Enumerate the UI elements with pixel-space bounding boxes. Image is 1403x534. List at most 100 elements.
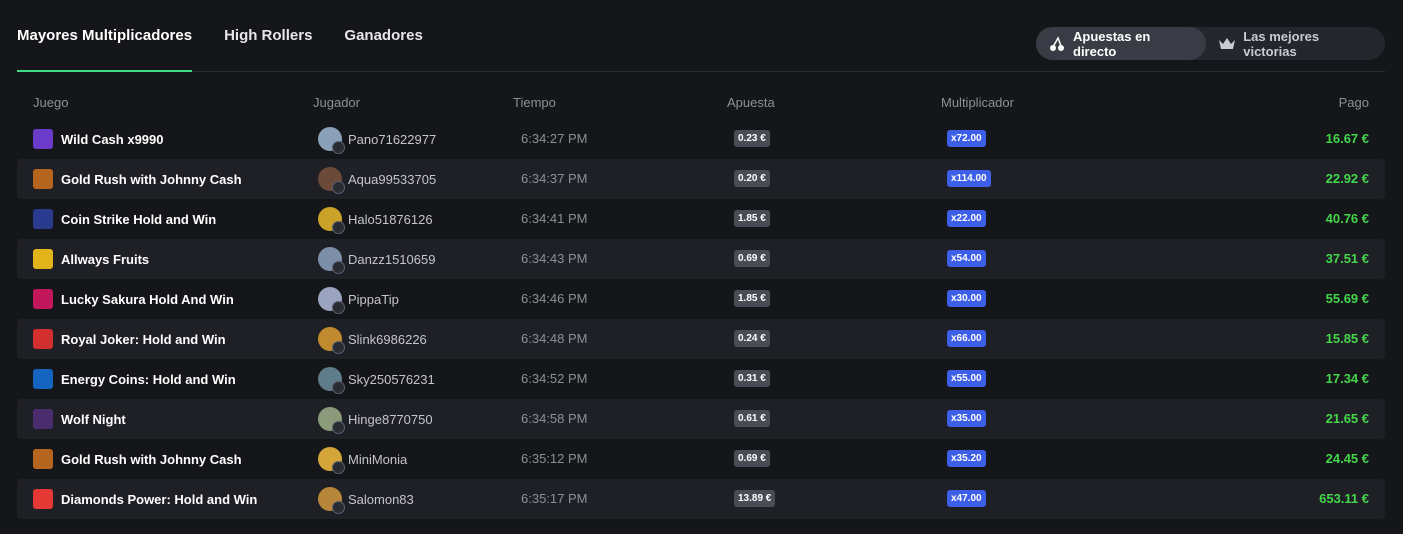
- col-player: Jugador: [313, 95, 360, 110]
- game-thumbnail-icon[interactable]: [33, 369, 53, 389]
- game-thumbnail-icon[interactable]: [33, 209, 53, 229]
- bet-amount-badge: 1.85 €: [734, 210, 770, 227]
- player-name: PippaTip: [348, 292, 399, 307]
- game-name[interactable]: Gold Rush with Johnny Cash: [61, 452, 242, 467]
- game-thumbnail-icon[interactable]: [33, 409, 53, 429]
- level-badge-icon: [332, 301, 345, 314]
- level-badge-icon: [332, 421, 345, 434]
- toggle-best-label: Las mejores victorias: [1243, 28, 1320, 59]
- payout-amount: 24.45 €: [1325, 451, 1369, 466]
- bet-amount-badge: 13.89 €: [734, 490, 776, 507]
- game-name[interactable]: Wolf Night: [61, 412, 126, 427]
- tab-ganadores[interactable]: Ganadores: [344, 0, 422, 71]
- level-badge-icon: [332, 261, 345, 274]
- tab-high-rollers[interactable]: High Rollers: [224, 0, 312, 71]
- toggle-best-wins[interactable]: Las mejores victorias: [1206, 27, 1385, 60]
- bet-amount-badge: 0.31 €: [734, 370, 770, 387]
- bet-amount-badge: 0.61 €: [734, 410, 770, 427]
- game-thumbnail-icon[interactable]: [33, 249, 53, 269]
- avatar: [318, 367, 345, 394]
- avatar: [318, 167, 345, 194]
- player-name: Hinge8770750: [348, 412, 433, 427]
- payout-amount: 653.11 €: [1319, 491, 1369, 506]
- table-row[interactable]: Gold Rush with Johnny Cash Aqua99533705 6:…: [17, 159, 1385, 199]
- bet-amount-badge: 0.20 €: [734, 170, 770, 187]
- game-thumbnail-icon[interactable]: [33, 129, 53, 149]
- game-name[interactable]: Gold Rush with Johnny Cash: [61, 172, 242, 187]
- table-header: Juego Jugador Tiempo Apuesta Multiplicad…: [17, 92, 1385, 114]
- table-row[interactable]: Diamonds Power: Hold and Win Salomon83 6:3…: [17, 479, 1385, 519]
- level-badge-icon: [332, 221, 345, 234]
- payout-amount: 21.65 €: [1325, 411, 1369, 426]
- game-name[interactable]: Royal Joker: Hold and Win: [61, 332, 226, 347]
- player-name: Halo51876126: [348, 212, 433, 227]
- payout-amount: 22.92 €: [1325, 171, 1369, 186]
- table-row[interactable]: Wild Cash x9990 Pano71622977 6:34:27 PM 0.2…: [17, 119, 1385, 159]
- multiplier-badge: x54.00: [947, 250, 986, 267]
- avatar: [318, 287, 345, 314]
- toggle-live-label: Apuestas en directo: [1073, 28, 1151, 59]
- payout-amount: 40.76 €: [1325, 211, 1369, 226]
- table-row[interactable]: Gold Rush with Johnny Cash MiniMonia 6:35:…: [17, 439, 1385, 479]
- multiplier-badge: x47.00: [947, 490, 986, 507]
- table-row[interactable]: Coin Strike Hold and Win Halo51876126 6:34…: [17, 199, 1385, 239]
- avatar: [318, 327, 345, 354]
- multiplier-badge: x22.00: [947, 210, 986, 227]
- game-name[interactable]: Allways Fruits: [61, 252, 149, 267]
- level-badge-icon: [332, 141, 345, 154]
- multiplier-badge: x114.00: [947, 170, 991, 187]
- multiplier-badge: x72.00: [947, 130, 986, 147]
- game-name[interactable]: Diamonds Power: Hold and Win: [61, 492, 257, 507]
- payout-amount: 16.67 €: [1325, 131, 1369, 146]
- player-name: Aqua99533705: [348, 172, 437, 187]
- level-badge-icon: [332, 181, 345, 194]
- crown-icon: [1218, 36, 1236, 52]
- payout-amount: 17.34 €: [1325, 371, 1369, 386]
- game-thumbnail-icon[interactable]: [33, 449, 53, 469]
- game-name[interactable]: Coin Strike Hold and Win: [61, 212, 216, 227]
- level-badge-icon: [332, 341, 345, 354]
- table-row[interactable]: Energy Coins: Hold and Win Sky250576231 6:…: [17, 359, 1385, 399]
- top-bar: Mayores Multiplicadores High Rollers Gan…: [17, 0, 1385, 72]
- player-name: Slink6986226: [348, 332, 427, 347]
- bet-time: 6:34:27 PM: [521, 131, 588, 146]
- col-payout: Pago: [1338, 95, 1369, 110]
- bet-time: 6:34:52 PM: [521, 371, 588, 386]
- avatar: [318, 207, 345, 234]
- game-thumbnail-icon[interactable]: [33, 169, 53, 189]
- game-name[interactable]: Lucky Sakura Hold And Win: [61, 292, 234, 307]
- bet-time: 6:35:17 PM: [521, 491, 588, 506]
- payout-amount: 37.51 €: [1325, 251, 1369, 266]
- bet-time: 6:34:37 PM: [521, 171, 588, 186]
- avatar: [318, 407, 345, 434]
- bet-amount-badge: 0.24 €: [734, 330, 770, 347]
- col-multiplier: Multiplicador: [941, 95, 1014, 110]
- col-time: Tiempo: [513, 95, 556, 110]
- level-badge-icon: [332, 461, 345, 474]
- avatar: [318, 247, 345, 274]
- multiplier-badge: x66.00: [947, 330, 986, 347]
- bet-amount-badge: 0.23 €: [734, 130, 770, 147]
- table-row[interactable]: Allways Fruits Danzz1510659 6:34:43 PM 0.69…: [17, 239, 1385, 279]
- bet-time: 6:34:41 PM: [521, 211, 588, 226]
- toggle-live-bets[interactable]: Apuestas en directo: [1036, 27, 1207, 60]
- player-name: Salomon83: [348, 492, 414, 507]
- game-name[interactable]: Wild Cash x9990: [61, 132, 163, 147]
- cherry-icon: [1048, 35, 1066, 53]
- table-row[interactable]: Lucky Sakura Hold And Win PippaTip 6:34:46…: [17, 279, 1385, 319]
- player-name: Danzz1510659: [348, 252, 436, 267]
- player-name: MiniMonia: [348, 452, 408, 467]
- payout-amount: 55.69 €: [1325, 291, 1369, 306]
- level-badge-icon: [332, 501, 345, 514]
- game-thumbnail-icon[interactable]: [33, 329, 53, 349]
- game-thumbnail-icon[interactable]: [33, 289, 53, 309]
- tab-mayores-multiplicadores[interactable]: Mayores Multiplicadores: [17, 0, 193, 72]
- bet-time: 6:34:43 PM: [521, 251, 588, 266]
- table-row[interactable]: Wolf Night Hinge8770750 6:34:58 PM 0.61 € x3…: [17, 399, 1385, 439]
- table-row[interactable]: Royal Joker: Hold and Win Slink6986226 6:3…: [17, 319, 1385, 359]
- bet-amount-badge: 0.69 €: [734, 250, 770, 267]
- game-thumbnail-icon[interactable]: [33, 489, 53, 509]
- game-name[interactable]: Energy Coins: Hold and Win: [61, 372, 236, 387]
- bet-amount-badge: 0.69 €: [734, 450, 770, 467]
- col-bet: Apuesta: [727, 95, 775, 110]
